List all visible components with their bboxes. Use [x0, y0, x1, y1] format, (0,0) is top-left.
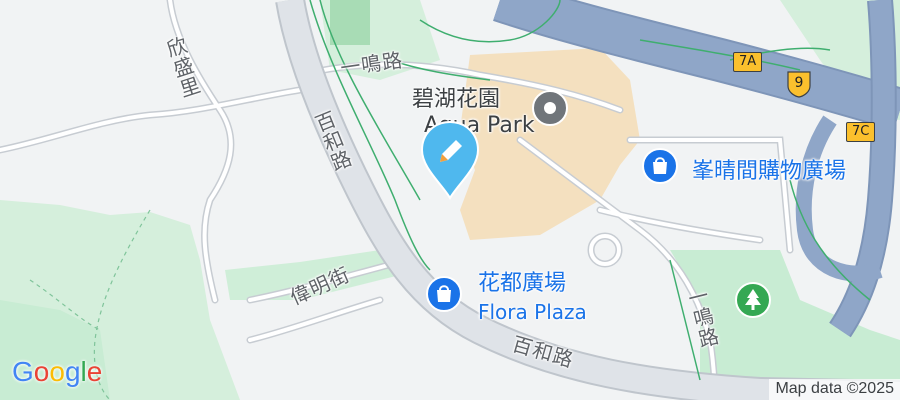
- exit-7c-shield: 7C: [846, 122, 876, 142]
- google-logo-text: Google: [12, 356, 103, 387]
- flora-plaza-pin[interactable]: [426, 276, 462, 312]
- shopping-bag-icon: [653, 157, 667, 174]
- route-9-shield: 9: [786, 70, 812, 98]
- tree-icon: [745, 289, 761, 310]
- pencil-marker-icon: [420, 120, 480, 201]
- aqua-park-name-zh[interactable]: 碧湖花園: [412, 88, 500, 112]
- sports-ground: [330, 0, 370, 45]
- route-9-label: 9: [794, 75, 804, 91]
- shopping-mall-name-zh[interactable]: 峯晴間購物廣場: [692, 160, 846, 184]
- flora-plaza-name-zh[interactable]: 花都廣場: [478, 272, 566, 296]
- location-marker[interactable]: [416, 118, 484, 201]
- shopping-bag-icon: [437, 285, 451, 302]
- park-pin[interactable]: [735, 282, 771, 318]
- map-canvas[interactable]: 一鳴路 欣盛里 百和路 偉明街 百和路 一鳴路 7A 9 7C 碧湖花園 Aqu…: [0, 0, 900, 400]
- google-logo: Google: [12, 356, 102, 388]
- map-attribution[interactable]: Map data ©2025: [769, 379, 900, 400]
- aqua-park-pin[interactable]: [532, 90, 568, 126]
- shopping-mall-pin[interactable]: [642, 148, 678, 184]
- flora-plaza-name-en[interactable]: Flora Plaza: [478, 300, 587, 324]
- city-icon: [544, 102, 556, 114]
- exit-7a-shield: 7A: [733, 52, 763, 72]
